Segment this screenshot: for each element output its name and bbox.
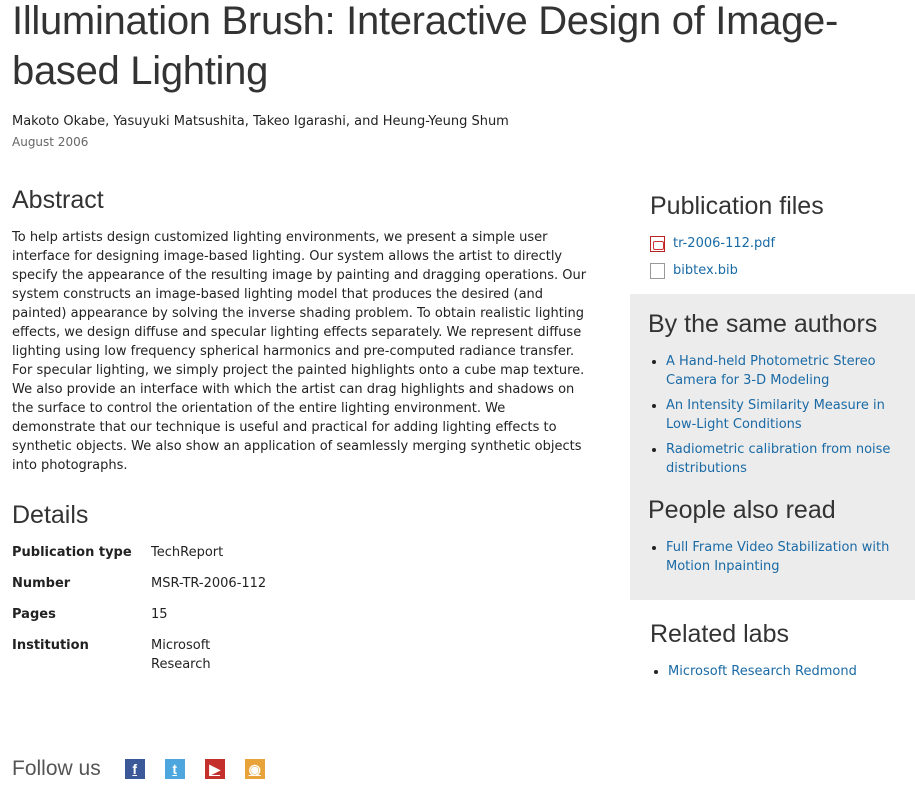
same-authors-link[interactable]: A Hand-held Photometric Stereo Camera fo… bbox=[666, 354, 876, 388]
rss-icon[interactable]: ◉ bbox=[244, 759, 265, 779]
same-authors-heading: By the same authors bbox=[648, 310, 878, 338]
related-labs-heading: Related labs bbox=[650, 620, 789, 648]
details-label: Publication type bbox=[12, 545, 132, 560]
publication-date: August 2006 bbox=[12, 135, 89, 149]
details-label: Number bbox=[12, 576, 71, 591]
twitter-icon[interactable]: t bbox=[164, 759, 185, 779]
list-item: An Intensity Similarity Measure in Low-L… bbox=[666, 396, 897, 434]
details-table: Publication type TechReport Number MSR-T… bbox=[12, 543, 271, 686]
details-row: Number MSR-TR-2006-112 bbox=[12, 574, 271, 605]
details-row: Pages 15 bbox=[12, 605, 271, 636]
author-list: Makoto Okabe, Yasuyuki Matsushita, Takeo… bbox=[12, 114, 509, 129]
related-labs-list: Microsoft Research Redmond bbox=[650, 662, 897, 681]
document-icon bbox=[650, 262, 665, 279]
abstract-text: To help artists design customized lighti… bbox=[12, 230, 587, 473]
follow-us-bar: Follow us f t ▶ ◉ bbox=[12, 754, 285, 784]
details-value: 15 bbox=[151, 607, 168, 622]
details-heading: Details bbox=[12, 501, 89, 529]
publication-files-heading: Publication files bbox=[650, 192, 824, 220]
list-item: Radiometric calibration from noise distr… bbox=[666, 440, 897, 478]
details-value: TechReport bbox=[151, 545, 224, 560]
also-read-heading: People also read bbox=[648, 496, 836, 524]
facebook-icon[interactable]: f bbox=[124, 759, 145, 779]
details-label: Institution bbox=[12, 638, 89, 653]
also-read-link[interactable]: Full Frame Video Stabilization with Moti… bbox=[666, 540, 889, 574]
follow-us-label: Follow us bbox=[12, 757, 101, 780]
same-authors-link[interactable]: An Intensity Similarity Measure in Low-L… bbox=[666, 398, 885, 432]
lab-link[interactable]: Microsoft Research Redmond bbox=[668, 664, 857, 679]
sidebar: Publication files tr-2006-112.pdf bibtex… bbox=[630, 188, 915, 687]
file-item-pdf: tr-2006-112.pdf bbox=[650, 230, 897, 257]
file-item-bib: bibtex.bib bbox=[650, 257, 897, 284]
list-item: Microsoft Research Redmond bbox=[668, 662, 897, 681]
abstract-heading: Abstract bbox=[12, 186, 104, 214]
list-item: Full Frame Video Stabilization with Moti… bbox=[666, 538, 897, 576]
details-value: MSR-TR-2006-112 bbox=[151, 576, 267, 591]
details-row: Publication type TechReport bbox=[12, 543, 271, 574]
pdf-download-link[interactable]: tr-2006-112.pdf bbox=[673, 236, 775, 251]
main-content: Abstract To help artists design customiz… bbox=[12, 184, 587, 686]
details-value: Microsoft Research bbox=[151, 638, 211, 672]
related-publications-box: By the same authors A Hand-held Photomet… bbox=[630, 294, 915, 600]
list-item: A Hand-held Photometric Stereo Camera fo… bbox=[666, 352, 897, 390]
also-read-list: Full Frame Video Stabilization with Moti… bbox=[648, 538, 897, 576]
bibtex-download-link[interactable]: bibtex.bib bbox=[673, 263, 738, 278]
details-row: Institution Microsoft Research bbox=[12, 636, 271, 686]
same-authors-link[interactable]: Radiometric calibration from noise distr… bbox=[666, 442, 890, 476]
related-labs-section: Related labs Microsoft Research Redmond bbox=[630, 600, 915, 681]
youtube-icon[interactable]: ▶ bbox=[204, 759, 225, 779]
page-title: Illumination Brush: Interactive Design o… bbox=[12, 0, 838, 93]
publication-files-section: Publication files tr-2006-112.pdf bibtex… bbox=[630, 188, 915, 284]
details-label: Pages bbox=[12, 607, 56, 622]
same-authors-list: A Hand-held Photometric Stereo Camera fo… bbox=[648, 352, 897, 478]
pdf-file-icon bbox=[650, 235, 665, 252]
